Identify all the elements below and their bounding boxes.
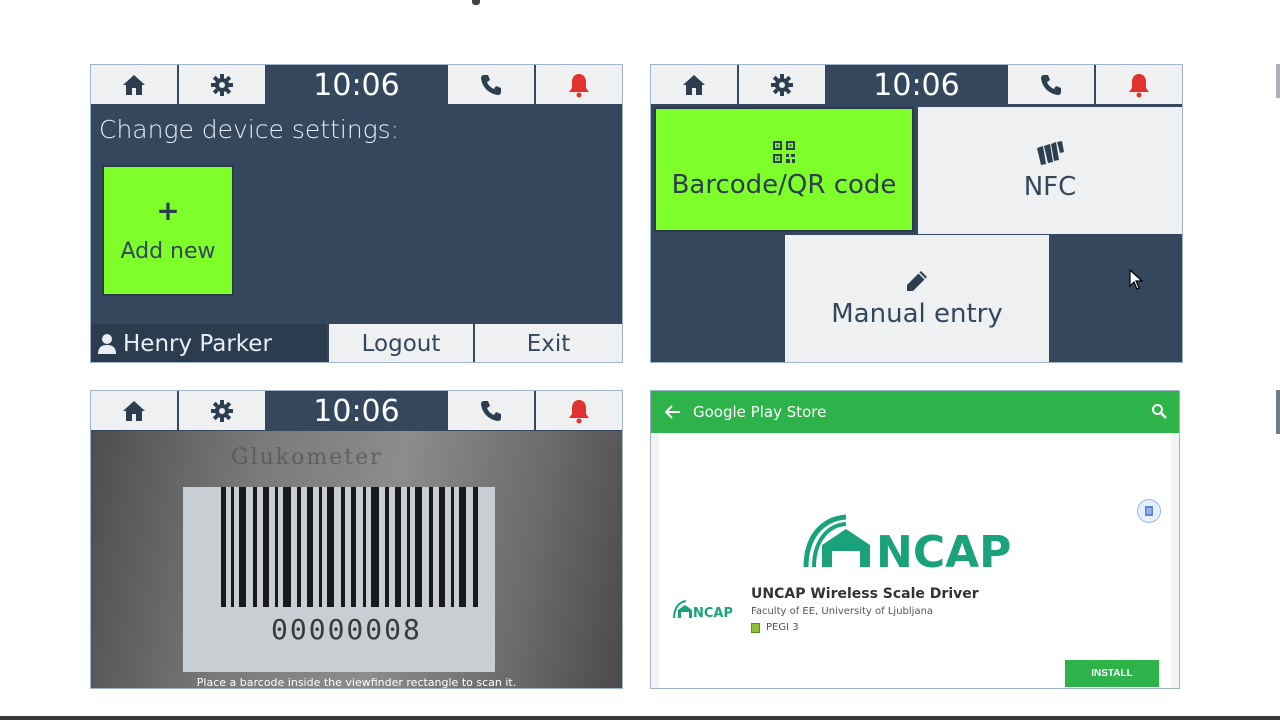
content-rating: PEGI 3 bbox=[751, 622, 799, 633]
pegi-label: PEGI 3 bbox=[766, 622, 799, 633]
product-label-text: Glukometer bbox=[231, 445, 383, 470]
uncap-logo-small: NCAP bbox=[673, 600, 732, 620]
install-button[interactable]: INSTALL bbox=[1065, 660, 1159, 687]
nfc-label: NFC bbox=[1023, 171, 1077, 202]
user-badge: Henry Parker bbox=[91, 324, 327, 362]
page-title: Change device settings: bbox=[99, 115, 400, 144]
camera-view[interactable]: Glukometer 00000008 Place a barcode insi… bbox=[91, 431, 622, 689]
back-arrow-icon[interactable] bbox=[665, 405, 681, 419]
bottom-border bbox=[0, 716, 1280, 720]
phone-icon bbox=[481, 74, 501, 95]
viewfinder-rectangle: 00000008 bbox=[183, 487, 495, 672]
svg-text:NCAP: NCAP bbox=[876, 527, 1011, 573]
document-icon[interactable] bbox=[1137, 499, 1161, 523]
gear-icon bbox=[211, 399, 233, 422]
call-button[interactable] bbox=[1006, 65, 1094, 104]
alarm-button[interactable] bbox=[1094, 65, 1182, 104]
clock: 10:06 bbox=[313, 67, 400, 103]
scanner-screen: 10:06 Glukometer 00000008 Place a barcod… bbox=[90, 390, 623, 689]
alarm-button[interactable] bbox=[534, 391, 622, 430]
plus-icon: + bbox=[156, 194, 180, 227]
barcode-image bbox=[221, 487, 478, 607]
scan-hint: Place a barcode inside the viewfinder re… bbox=[196, 676, 517, 689]
phone-icon bbox=[481, 400, 501, 421]
nfc-button[interactable]: NFC bbox=[918, 107, 1182, 234]
call-button[interactable] bbox=[446, 65, 534, 104]
pencil-icon bbox=[907, 271, 927, 291]
nfc-icon bbox=[1037, 140, 1064, 165]
edge-fragment bbox=[1276, 64, 1280, 98]
status-bar: 10:06 bbox=[91, 65, 622, 105]
call-button[interactable] bbox=[446, 391, 534, 430]
status-bar: 10:06 bbox=[651, 65, 1182, 105]
mouse-cursor-icon bbox=[1129, 269, 1143, 290]
home-icon bbox=[683, 74, 705, 95]
app-details-card: NCAP NCAP UNCAP Wireless Scale Driver Fa… bbox=[659, 433, 1171, 688]
svg-text:NCAP: NCAP bbox=[693, 606, 732, 620]
settings-button[interactable] bbox=[739, 65, 827, 104]
qr-code-icon bbox=[773, 140, 795, 163]
barcode-number: 00000008 bbox=[271, 613, 422, 646]
home-icon bbox=[123, 74, 145, 95]
add-new-label: Add new bbox=[120, 239, 216, 264]
barcode-qr-label: Barcode/QR code bbox=[671, 169, 897, 200]
search-icon[interactable] bbox=[1151, 403, 1167, 419]
play-store-toolbar: Google Play Store bbox=[651, 391, 1179, 433]
manual-entry-label: Manual entry bbox=[831, 299, 1003, 329]
gear-icon bbox=[211, 73, 233, 96]
clock: 10:06 bbox=[313, 393, 400, 429]
home-button[interactable] bbox=[91, 391, 179, 430]
top-edge-mark bbox=[472, 0, 480, 5]
app-name: UNCAP Wireless Scale Driver bbox=[751, 586, 979, 602]
bell-icon bbox=[1129, 73, 1149, 97]
logout-button[interactable]: Logout bbox=[327, 324, 473, 362]
add-method-screen: 10:06 Barcode/QR code NFC Manual entry bbox=[650, 64, 1183, 363]
gear-icon bbox=[771, 73, 793, 96]
manual-entry-button[interactable]: Manual entry bbox=[785, 235, 1049, 362]
footer-bar: Henry Parker Logout Exit bbox=[91, 324, 622, 362]
status-bar: 10:06 bbox=[91, 391, 622, 431]
bell-icon bbox=[569, 399, 589, 423]
play-store-screen: Google Play Store NCAP NCAP UNCAP Wirele… bbox=[650, 390, 1180, 689]
home-icon bbox=[123, 400, 145, 421]
home-button[interactable] bbox=[651, 65, 739, 104]
exit-button[interactable]: Exit bbox=[473, 324, 622, 362]
uncap-logo-large: NCAP bbox=[803, 514, 1011, 573]
settings-button[interactable] bbox=[179, 391, 267, 430]
edge-fragment bbox=[1276, 390, 1280, 434]
user-icon bbox=[98, 334, 116, 354]
barcode-qr-button[interactable]: Barcode/QR code bbox=[654, 107, 914, 232]
pegi-icon bbox=[751, 622, 760, 633]
play-store-title: Google Play Store bbox=[693, 403, 827, 421]
screenshot-page: 10:06 Change device settings: + Add new … bbox=[0, 0, 1280, 720]
app-developer[interactable]: Faculty of EE, University of Ljubljana bbox=[751, 606, 933, 617]
phone-icon bbox=[1041, 74, 1061, 95]
settings-screen: 10:06 Change device settings: + Add new … bbox=[90, 64, 623, 363]
home-button[interactable] bbox=[91, 65, 179, 104]
alarm-button[interactable] bbox=[534, 65, 622, 104]
settings-button[interactable] bbox=[179, 65, 267, 104]
user-name: Henry Parker bbox=[123, 331, 272, 357]
clock: 10:06 bbox=[873, 67, 960, 103]
bell-icon bbox=[569, 73, 589, 97]
add-new-button[interactable]: + Add new bbox=[102, 165, 234, 296]
